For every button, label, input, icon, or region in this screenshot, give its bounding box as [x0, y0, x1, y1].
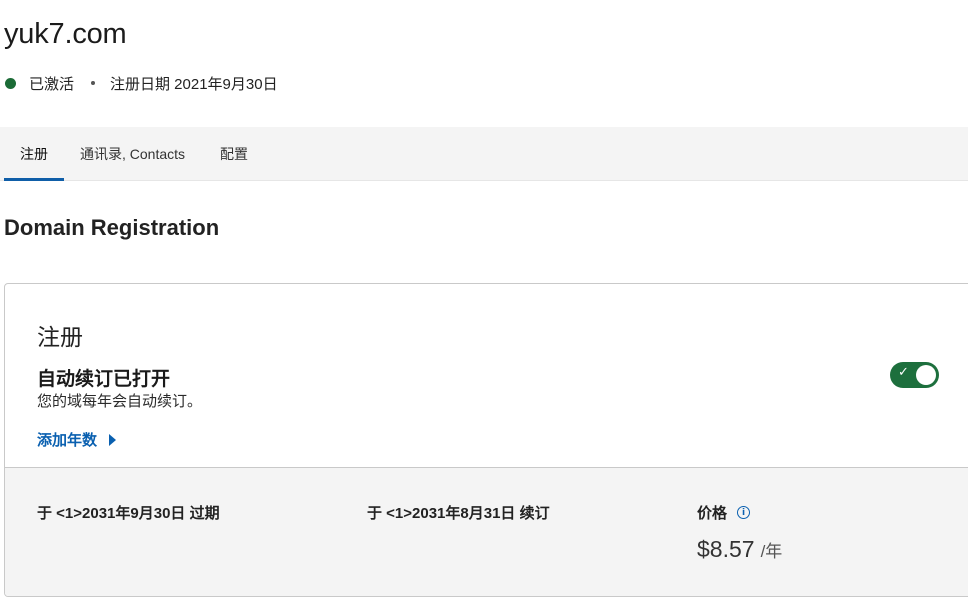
- separator-dot-icon: [91, 81, 96, 85]
- section-heading: Domain Registration: [4, 215, 220, 240]
- registration-details: 于 <1>2031年9月30日 过期 于 <1>2031年8月31日 续订 价格…: [5, 467, 968, 596]
- registration-date: 注册日期 2021年9月30日: [110, 75, 278, 93]
- auto-renew-toggle[interactable]: ✓: [890, 362, 939, 388]
- price-amount: $8.57: [697, 536, 755, 562]
- status-text: 已激活: [29, 75, 75, 93]
- renewal-date: 于 <1>2031年8月31日 续订: [367, 505, 550, 522]
- caret-right-icon: [109, 433, 117, 446]
- domain-title: yuk7.com: [4, 18, 127, 50]
- checkmark-icon: ✓: [898, 365, 909, 380]
- expiration-date: 于 <1>2031年9月30日 过期: [37, 505, 220, 522]
- tab-configuration[interactable]: 配置: [220, 127, 248, 181]
- tab-contacts[interactable]: 通讯录, Contacts: [80, 127, 185, 181]
- card-title: 注册: [37, 324, 83, 350]
- domain-status-row: 已激活 注册日期 2021年9月30日: [4, 72, 278, 94]
- active-tab-indicator: [4, 178, 64, 181]
- price-label-row: 价格 i: [697, 502, 751, 523]
- tab-bar: 注册 通讯录, Contacts 配置: [0, 127, 968, 181]
- auto-renew-title: 自动续订已打开: [37, 369, 171, 390]
- price-value-row: $8.57 /年: [697, 536, 782, 563]
- price-label: 价格: [697, 505, 728, 522]
- status-active-dot-icon: [5, 77, 16, 89]
- add-years-link[interactable]: 添加年数: [37, 429, 117, 450]
- auto-renew-description: 您的域每年会自动续订。: [37, 393, 203, 410]
- toggle-knob: [916, 365, 936, 385]
- add-years-label: 添加年数: [37, 432, 98, 449]
- tab-registration[interactable]: 注册: [20, 127, 48, 181]
- info-icon[interactable]: i: [737, 506, 751, 519]
- price-unit: /年: [760, 542, 783, 561]
- registration-card: 注册 自动续订已打开 您的域每年会自动续订。 添加年数 ✓ 于 <1>2031年…: [4, 283, 968, 597]
